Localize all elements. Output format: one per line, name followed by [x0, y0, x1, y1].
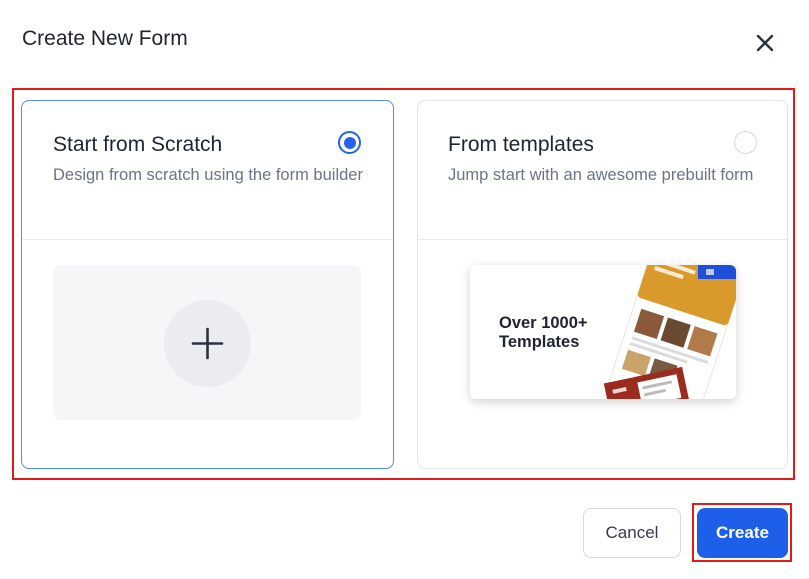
templates-preview-caption: Over 1000+ Templates	[499, 314, 588, 352]
plus-button	[164, 300, 251, 387]
scratch-preview	[53, 265, 361, 420]
radio-unselected[interactable]	[734, 131, 757, 154]
option-title: Start from Scratch	[53, 133, 223, 156]
option-description: Design from scratch using the form build…	[53, 166, 363, 184]
create-button[interactable]: Create	[697, 508, 788, 558]
close-button[interactable]	[752, 30, 778, 56]
cancel-button[interactable]: Cancel	[583, 508, 681, 558]
option-card-templates[interactable]: From templates Jump start with an awesom…	[417, 100, 788, 469]
close-icon	[756, 34, 774, 52]
preview-caption-line: Templates	[499, 333, 580, 351]
option-description: Jump start with an awesome prebuilt form	[448, 166, 754, 184]
templates-preview-image: Over 1000+ Templates	[470, 265, 736, 399]
dialog-title: Create New Form	[22, 27, 188, 50]
plus-icon	[191, 327, 224, 360]
option-title: From templates	[448, 133, 594, 156]
radio-selected[interactable]	[338, 131, 361, 154]
preview-caption-line: Over 1000+	[499, 314, 588, 332]
option-card-header: Start from Scratch Design from scratch u…	[22, 101, 393, 240]
option-card-scratch[interactable]: Start from Scratch Design from scratch u…	[21, 100, 394, 469]
option-card-header: From templates Jump start with an awesom…	[418, 101, 787, 240]
